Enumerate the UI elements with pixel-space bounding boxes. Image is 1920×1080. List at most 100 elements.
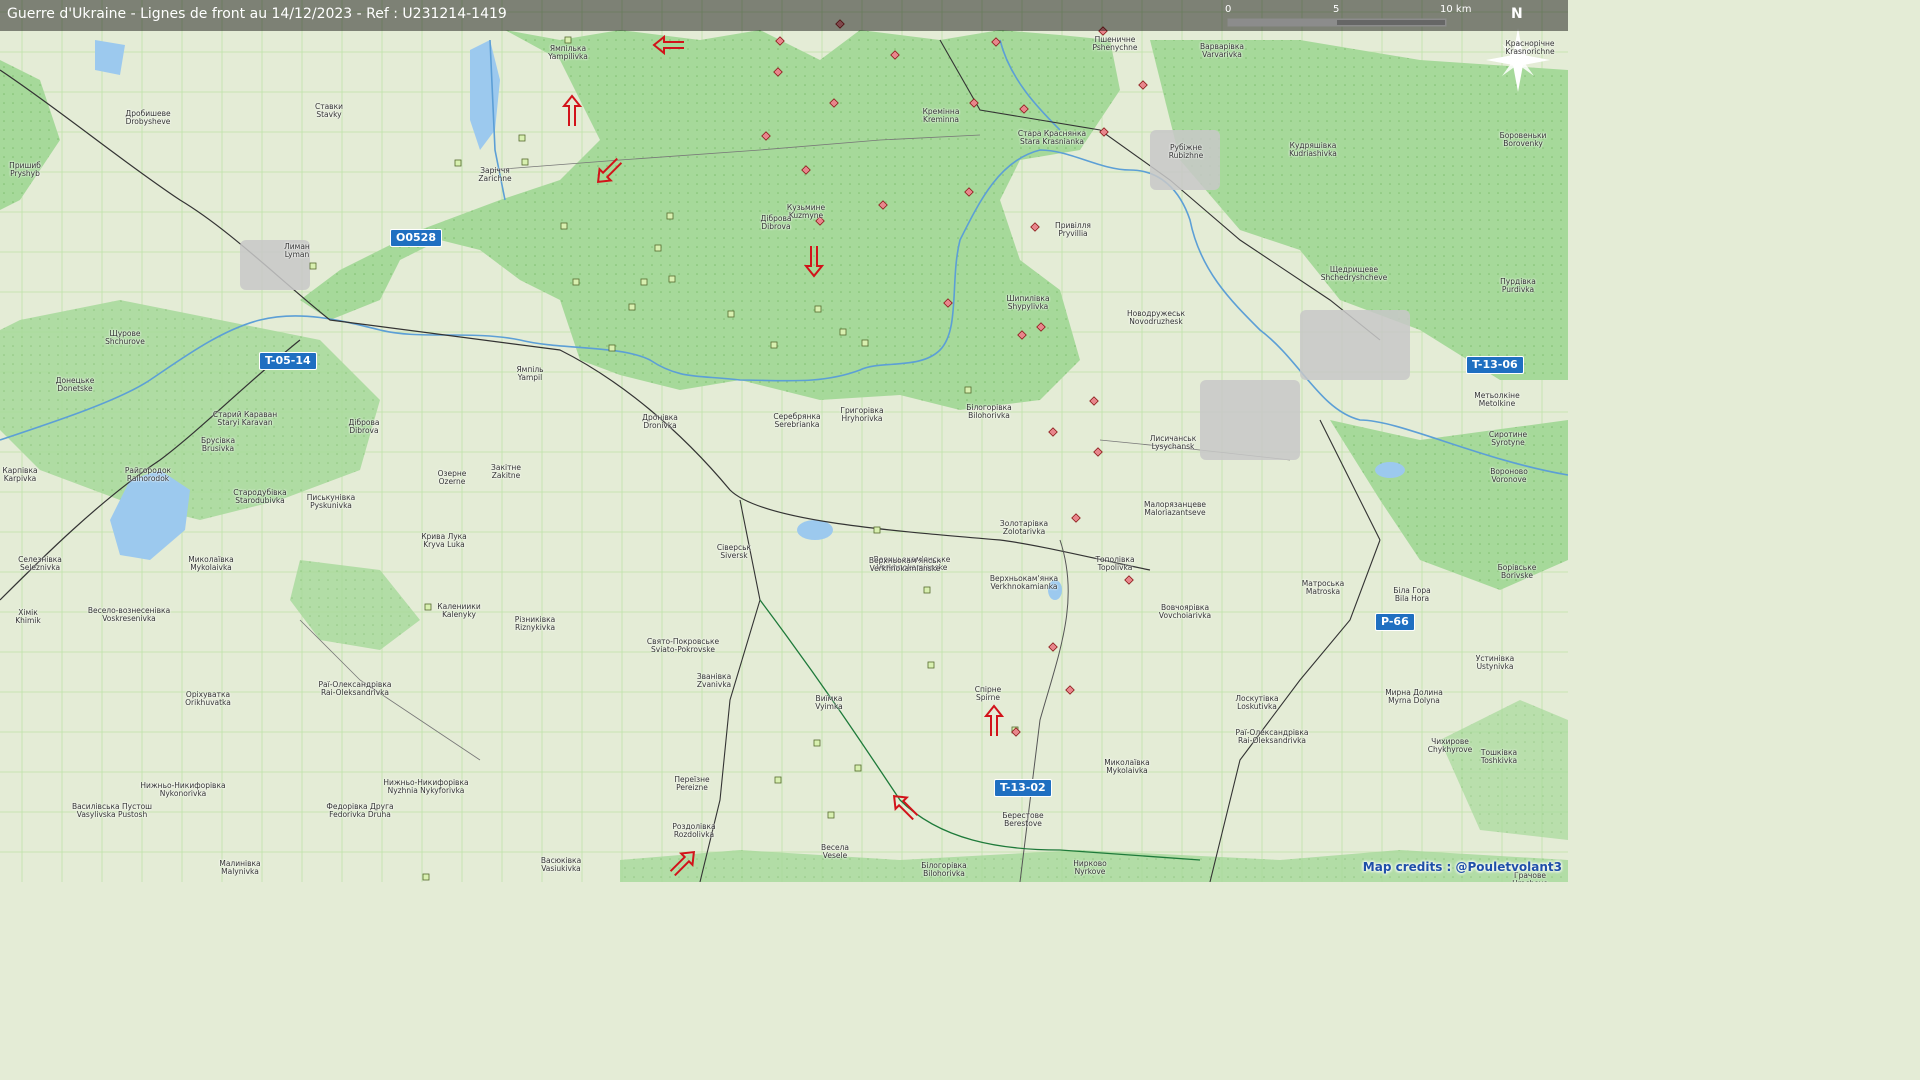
map-canvas[interactable] <box>0 0 1568 882</box>
place-name-latin: Zakitne <box>491 471 521 480</box>
place-name-latin: Vesele <box>822 851 848 860</box>
ukrainian-unit-marker <box>839 328 847 336</box>
place-name-latin: Khimik <box>15 616 41 625</box>
place-name-latin: Serebrianka <box>774 420 820 429</box>
ukrainian-unit-marker <box>861 339 869 347</box>
place-name-latin: Shchurove <box>105 337 145 346</box>
place-label: Райгородок Raihorodok <box>125 467 171 483</box>
place-label: Озерне Ozerne <box>438 470 467 486</box>
place-label: Ставки Stavky <box>315 103 343 119</box>
place-name-latin: Matroska <box>1305 587 1341 596</box>
place-label: Тошківка Toshkivka <box>1481 749 1517 765</box>
place-name-latin: Lyman <box>284 250 310 259</box>
ukrainian-unit-marker <box>927 661 935 669</box>
place-name-latin: Vasylivska Pustosh <box>76 810 148 819</box>
place-name-latin: Bila Hora <box>1394 594 1430 603</box>
place-name-latin: Metolkine <box>1478 399 1516 408</box>
place-label: Нижньо-Никифорівка Nyzhnia Nykyforivka <box>383 779 468 795</box>
scale-label-10km: 10 km <box>1440 4 1472 15</box>
ukrainian-unit-marker <box>813 739 821 747</box>
place-name-latin: Kalenyky <box>442 610 476 619</box>
place-label: Миколаївка Mykolaivka <box>1104 759 1149 775</box>
place-label: Шипилівка Shypylivka <box>1006 295 1049 311</box>
road-shield-p66: P-66 <box>1375 613 1415 631</box>
place-label: Васюківка Vasiukivka <box>541 857 581 873</box>
place-name-latin: Nyzhnia Nykyforivka <box>387 786 465 795</box>
place-name-latin: Pryvillia <box>1058 229 1088 238</box>
place-name-latin: Stavky <box>316 110 342 119</box>
place-name-latin: Yampilivka <box>548 52 588 61</box>
place-label: Селезнівка Seleznivka <box>18 556 62 572</box>
place-name-latin: Karpivka <box>3 474 37 483</box>
place-label: Миколаївка Mykolaivka <box>188 556 233 572</box>
place-name-latin: Mykolaivka <box>1106 766 1148 775</box>
place-label: Стара Краснянка Stara Krasnianka <box>1018 130 1086 146</box>
place-label: Оріхуватка Orikhuvatka <box>185 691 231 707</box>
place-name-latin: Borovenky <box>1503 139 1543 148</box>
place-name-latin: Riznykivka <box>514 623 556 632</box>
road-shield-o0528: O0528 <box>390 229 442 247</box>
place-label: Берестове Berestove <box>1002 812 1043 828</box>
place-name-latin: Vovchoiarivka <box>1158 611 1212 620</box>
place-name-latin: Vyimka <box>815 702 843 711</box>
place-label: Лисичанськ Lysychansk <box>1150 435 1197 451</box>
place-label: Привілля Pryvillia <box>1055 222 1091 238</box>
place-label: Устинівка Ustynivka <box>1476 655 1514 671</box>
place-label: Старий Караван Staryi Karavan <box>213 411 277 427</box>
place-name-latin: Ustynivka <box>1476 662 1514 671</box>
place-name-latin: Brusivka <box>201 444 235 453</box>
place-name-latin: Raihorodok <box>126 474 170 483</box>
place-label: Донецьке Donetske <box>56 377 95 393</box>
place-label: Ямпіль Yampil <box>516 366 543 382</box>
place-label: Діброва Dibrova <box>349 419 380 435</box>
place-label: Ямпілька Yampilivka <box>548 45 588 61</box>
ukrainian-unit-marker <box>309 262 317 270</box>
place-label: Стародубівка Starodubivka <box>233 489 286 505</box>
map-view[interactable]: Ямпілька Yampilivka Заріччя Zarichne Дробише… <box>0 0 1568 882</box>
place-label: Дробишеве Drobysheve <box>125 110 170 126</box>
place-label: Новодружеськ Novodruzhesk <box>1127 310 1185 326</box>
place-label: Пурдівка Purdivka <box>1500 278 1536 294</box>
place-label: Щедрищеве Shchedryshcheve <box>1321 266 1388 282</box>
place-name-latin: Dibrova <box>761 222 791 231</box>
place-label: Званівка Zvanivka <box>697 673 731 689</box>
place-label: Хімік Khimik <box>15 609 41 625</box>
place-label: Вовчоярівка Vovchoiarivka <box>1159 604 1211 620</box>
place-name-latin: Berestove <box>1004 819 1042 828</box>
place-name-latin: Rubizhne <box>1168 151 1204 160</box>
place-name-latin: Fedorivka Druha <box>329 810 391 819</box>
place-label: Боровеньки Borovenky <box>1500 132 1547 148</box>
ukrainian-unit-marker <box>873 526 881 534</box>
place-name-latin: Dibrova <box>349 426 379 435</box>
ukrainian-unit-marker <box>774 776 782 784</box>
ukrainian-unit-marker <box>640 278 648 286</box>
place-label: Сиротине Syrotyne <box>1489 431 1527 447</box>
north-label: N <box>1511 6 1523 22</box>
place-name-latin: Pryshyb <box>10 169 40 178</box>
place-name-latin: Starodubivka <box>235 496 285 505</box>
ukrainian-unit-marker <box>827 811 835 819</box>
ukrainian-unit-marker <box>628 303 636 311</box>
place-label: Закітне Zakitne <box>491 464 521 480</box>
place-label: Сіверськ Siversk <box>717 544 751 560</box>
place-name-latin: Bilohorivka <box>968 411 1010 420</box>
place-name-latin: Seleznivka <box>19 563 61 572</box>
place-name-latin: Rai-Oleksandrivka <box>1237 736 1307 745</box>
place-label: Весело-вознесенівка Voskresenivka <box>88 607 170 623</box>
map-credits: Map credits : @Pouletvolant3 <box>1362 860 1562 874</box>
scale-label-5: 5 <box>1333 4 1340 15</box>
place-name-latin: Chykhyrove <box>1427 745 1473 754</box>
place-name-latin: Nyrkove <box>1074 867 1106 876</box>
place-label: Рубіжне Rubizhne <box>1169 144 1204 160</box>
ukrainian-unit-marker <box>521 158 529 166</box>
place-label: Виїмка Vyimka <box>815 695 843 711</box>
place-name-latin: Dronivka <box>643 421 677 430</box>
place-name-latin: Pyskunivka <box>310 501 352 510</box>
place-label: Малинівка Malynivka <box>219 860 260 876</box>
place-name-latin: Voskresenivka <box>102 614 156 623</box>
place-label: Малорязанцеве Malorіazantseve <box>1144 501 1206 517</box>
place-label: Карпівка Karpivka <box>2 467 37 483</box>
place-label: Чихирове Chykhyrove <box>1428 738 1473 754</box>
place-label: Святo-Покровське Sviato-Pokrovske <box>647 638 719 654</box>
place-name-latin: Stara Krasnianka <box>1020 137 1084 146</box>
